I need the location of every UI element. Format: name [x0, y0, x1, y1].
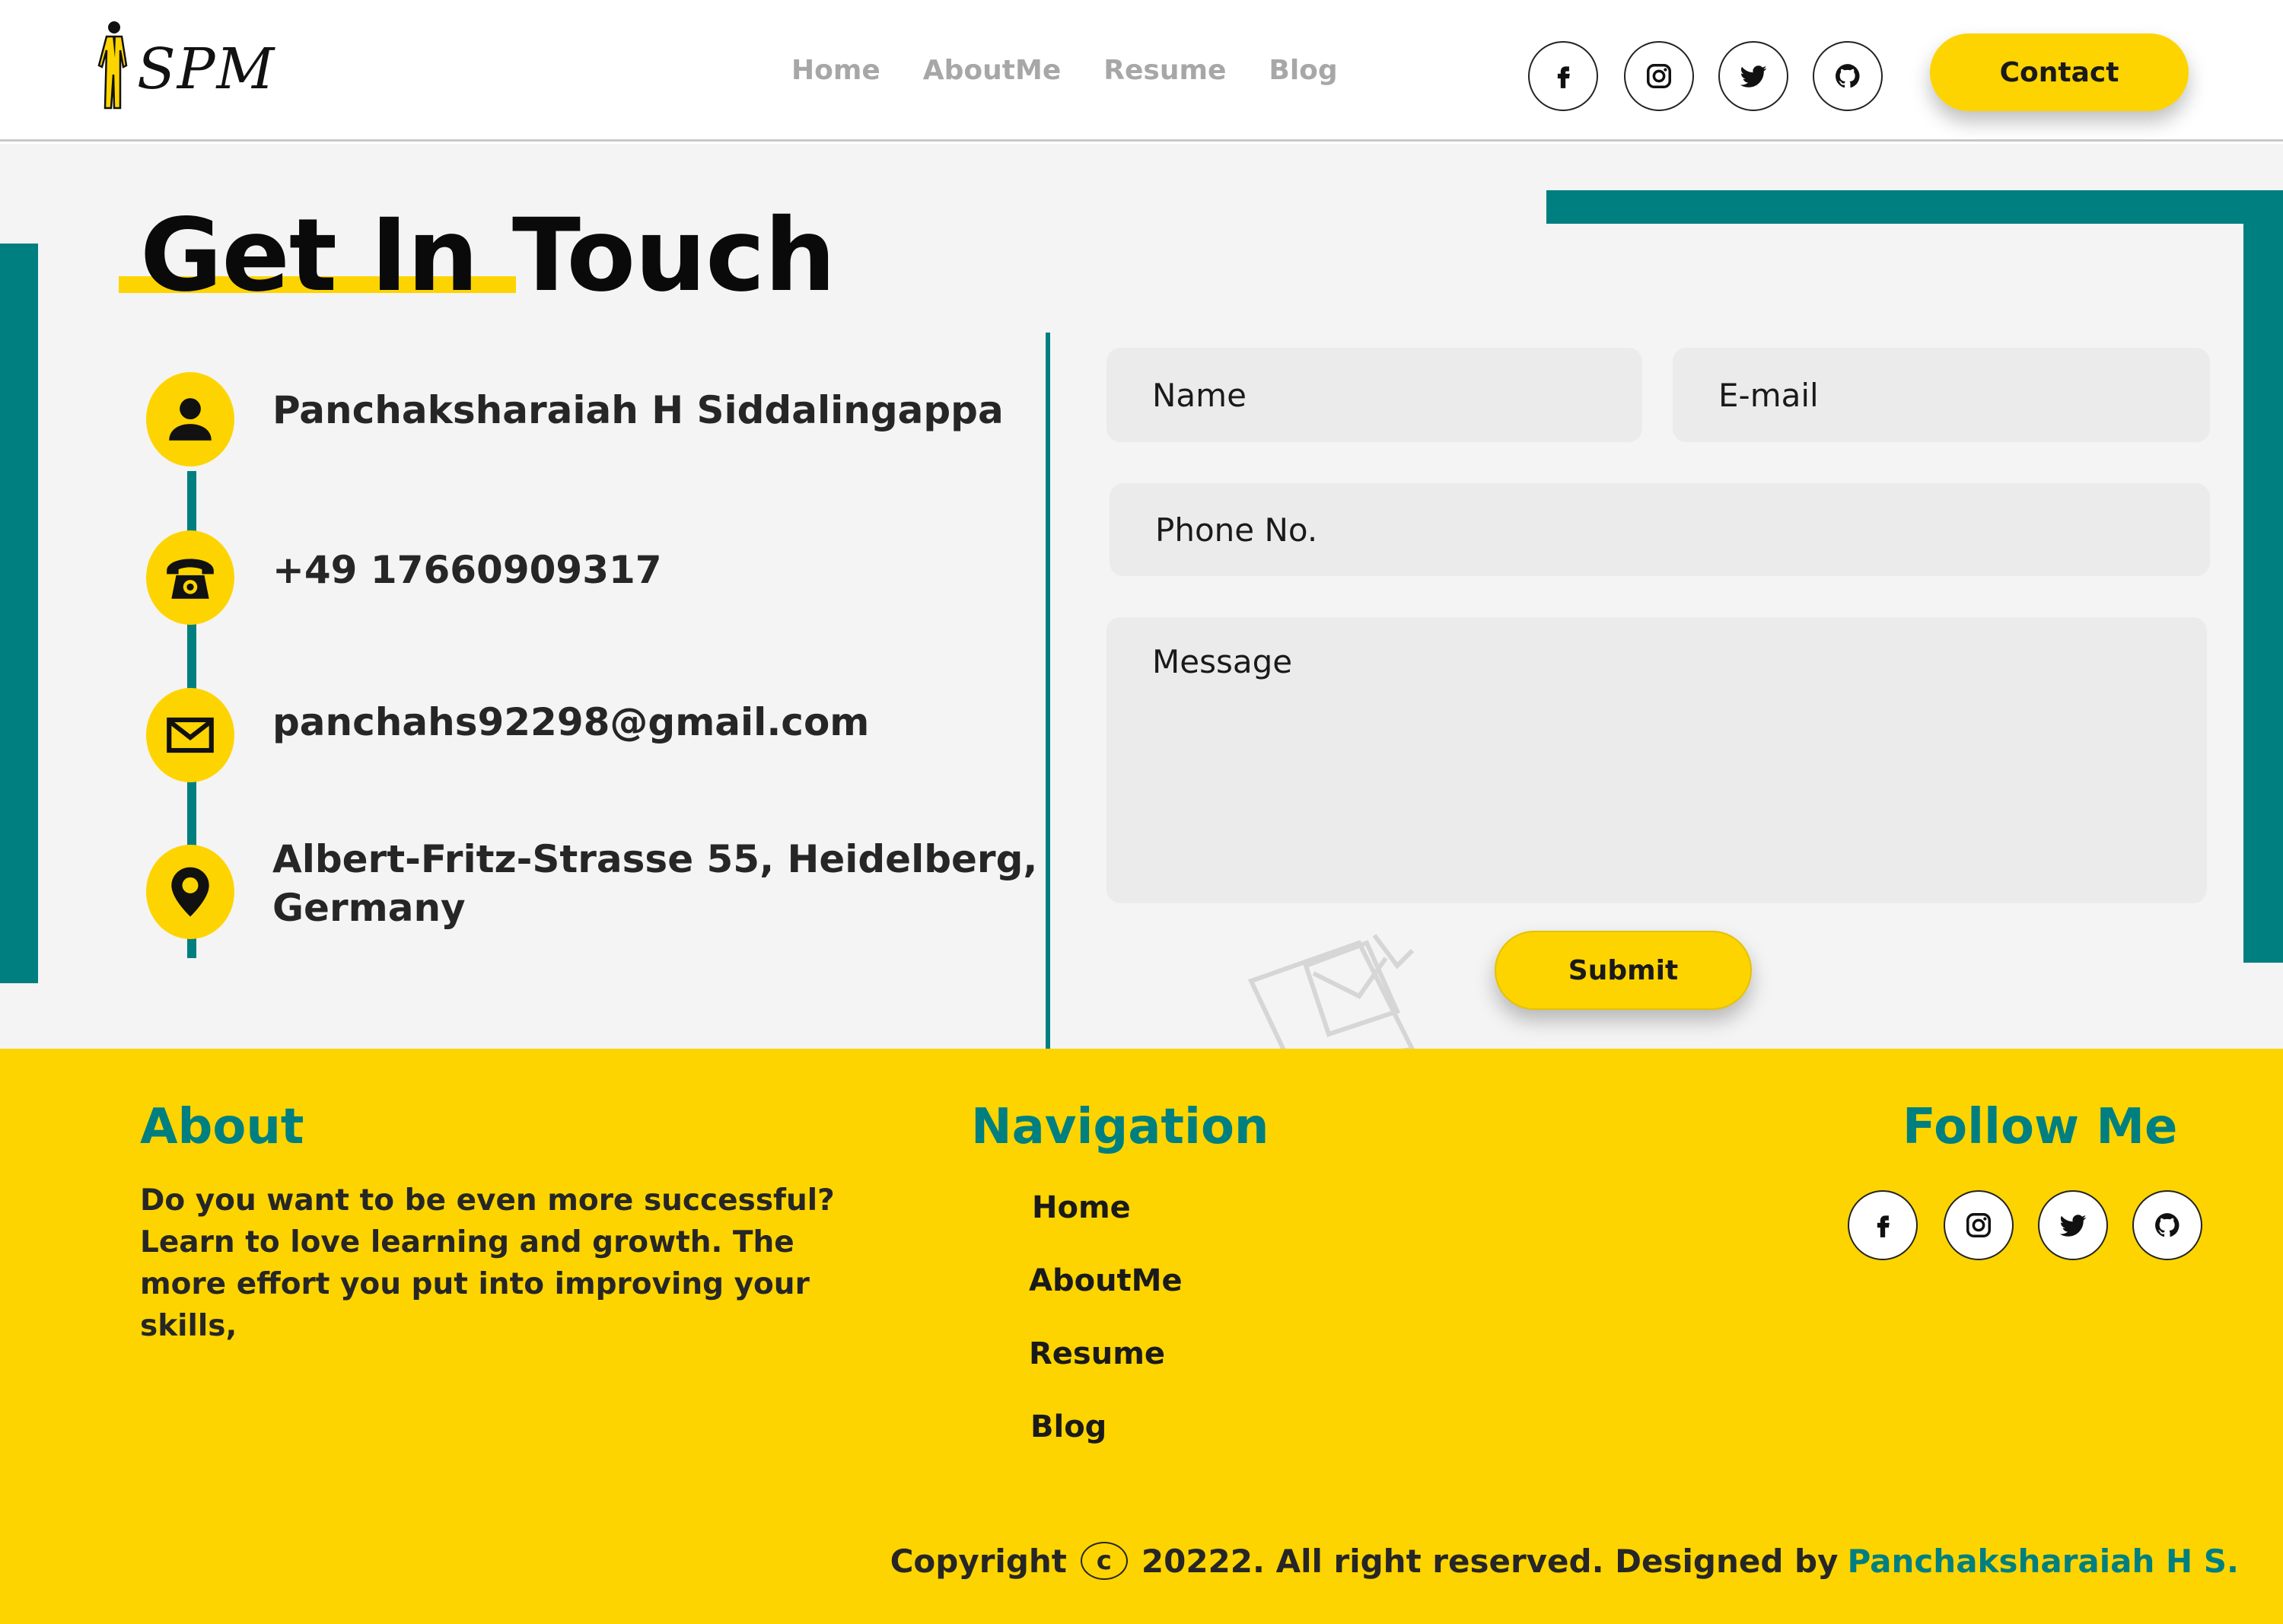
location-icon-badge	[146, 845, 234, 939]
footer-twitter-button[interactable]	[2038, 1190, 2108, 1260]
footer-about-text: Do you want to be even more successful? …	[140, 1183, 835, 1343]
copyright-symbol-icon: c	[1080, 1542, 1128, 1580]
envelope-decoration-icon	[1247, 934, 1415, 1049]
nav-blog[interactable]: Blog	[1269, 55, 1337, 86]
phone-icon	[167, 559, 214, 599]
instagram-icon	[1647, 64, 1671, 88]
person-icon	[169, 398, 212, 441]
designer-link[interactable]: Panchaksharaiah H S.	[1848, 1543, 2240, 1580]
footer-instagram-button[interactable]	[1944, 1190, 2014, 1260]
contact-section: Get In Touch Panchaksharaiah H Siddaling…	[0, 144, 2283, 1049]
submit-button[interactable]: Submit	[1495, 931, 1752, 1010]
footer-nav-home[interactable]: Home	[1032, 1190, 1131, 1225]
contact-name: Panchaksharaiah H Siddalingappa	[272, 388, 1004, 432]
person-logo-icon	[97, 21, 128, 110]
copyright: Copyright c 20222. All right reserved. D…	[890, 1542, 2239, 1580]
teal-left-bar	[0, 244, 38, 983]
teal-top-bar	[1546, 190, 2283, 224]
email-input[interactable]	[1673, 348, 2210, 442]
footer-navigation-title: Navigation	[971, 1099, 1269, 1155]
instagram-icon	[1966, 1213, 1991, 1237]
name-input[interactable]	[1106, 348, 1642, 442]
header-twitter-button[interactable]	[1718, 41, 1788, 111]
person-icon-badge	[146, 372, 234, 467]
footer-follow-title: Follow Me	[1902, 1099, 2178, 1155]
header-github-button[interactable]	[1813, 41, 1883, 111]
site-footer: About Do you want to be even more succes…	[0, 1049, 2283, 1624]
contact-email[interactable]: panchahs92298@gmail.com	[272, 698, 869, 747]
footer-facebook-button[interactable]	[1848, 1190, 1918, 1260]
contact-button[interactable]: Contact	[1930, 33, 2189, 111]
twitter-icon	[1740, 65, 1767, 88]
copyright-prefix: Copyright	[890, 1542, 1067, 1580]
header-instagram-button[interactable]	[1624, 41, 1694, 111]
footer-nav-aboutme[interactable]: AboutMe	[1029, 1263, 1183, 1298]
logo-text: SPM	[137, 37, 276, 102]
footer-about-title: About	[140, 1099, 304, 1155]
site-header: SPM Home AboutMe Resume Blog Contact	[0, 0, 2283, 142]
contact-address: Albert-Fritz-Strasse 55, Heidelberg, Ger…	[272, 835, 1037, 932]
facebook-icon	[1877, 1215, 1890, 1237]
header-facebook-button[interactable]	[1528, 41, 1598, 111]
contact-phone[interactable]: +49 17660909317	[272, 546, 662, 594]
phone-icon-badge	[146, 530, 234, 625]
github-icon	[1836, 64, 1860, 88]
page-title: Get In Touch	[140, 197, 836, 314]
logo[interactable]: SPM	[90, 20, 274, 111]
message-textarea[interactable]	[1106, 617, 2207, 903]
address-line-2: Germany	[272, 886, 466, 930]
main-nav: Home AboutMe Resume Blog	[791, 55, 1380, 86]
facebook-icon	[1557, 66, 1570, 88]
address-line-1: Albert-Fritz-Strasse 55, Heidelberg,	[272, 837, 1038, 881]
github-icon	[2155, 1213, 2180, 1237]
footer-nav-blog[interactable]: Blog	[1030, 1409, 1106, 1444]
footer-nav-resume[interactable]: Resume	[1029, 1336, 1165, 1371]
nav-aboutme[interactable]: AboutMe	[923, 55, 1061, 86]
section-divider	[1046, 333, 1050, 1049]
twitter-icon	[2059, 1215, 2087, 1237]
mail-icon-badge	[146, 688, 234, 782]
footer-github-button[interactable]	[2132, 1190, 2202, 1260]
mail-icon	[167, 717, 214, 753]
phone-input[interactable]	[1110, 483, 2210, 576]
nav-resume[interactable]: Resume	[1103, 55, 1226, 86]
location-pin-icon	[171, 867, 209, 917]
copyright-text: 20222. All right reserved. Designed by	[1141, 1542, 1839, 1580]
teal-right-bar	[2243, 190, 2283, 963]
nav-home[interactable]: Home	[791, 55, 880, 86]
